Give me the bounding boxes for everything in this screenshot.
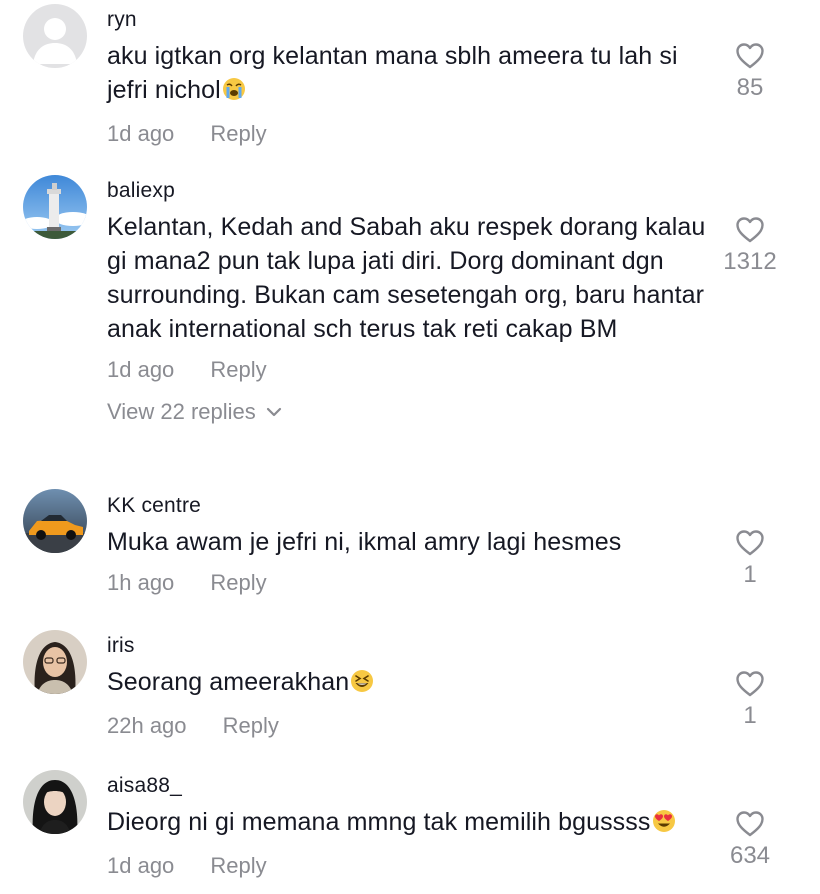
comment-meta: 22h ago Reply — [107, 712, 717, 740]
comment-body: KK centre Muka awam je jefri ni, ikmal a… — [107, 493, 717, 597]
like-count: 634 — [729, 842, 771, 869]
comment-username[interactable]: aisa88_ — [107, 773, 717, 799]
heart-outline-icon[interactable] — [735, 216, 765, 244]
avatar[interactable] — [23, 770, 87, 834]
comment-item: ryn aku igtkan org kelantan mana sblh am… — [0, 0, 820, 160]
heart-outline-icon[interactable] — [735, 810, 765, 838]
avatar[interactable] — [23, 4, 87, 68]
comment-time: 1d ago — [107, 357, 175, 382]
comment-meta: 1d ago Reply — [107, 356, 717, 384]
comment-body: baliexp Kelantan, Kedah and Sabah aku re… — [107, 178, 717, 426]
comment-item: aisa88_ Dieorg ni gi memana mmng tak mem… — [0, 768, 820, 894]
chevron-down-icon — [266, 407, 281, 417]
avatar[interactable] — [23, 175, 87, 239]
comment-time: 1d ago — [107, 853, 175, 878]
comment-meta: 1d ago Reply — [107, 120, 717, 148]
comment-text: Dieorg ni gi memana mmng tak memilih bgu… — [107, 805, 717, 842]
reply-button[interactable]: Reply — [210, 569, 266, 597]
comment-time: 22h ago — [107, 713, 187, 738]
comment-username[interactable]: KK centre — [107, 493, 717, 519]
comment-text: aku igtkan org kelantan mana sblh ameera… — [107, 39, 717, 110]
comment-text-content: aku igtkan org kelantan mana sblh ameera… — [107, 42, 678, 104]
heart-outline-icon[interactable] — [735, 529, 765, 557]
comment-body: iris Seorang ameerakhan 22h ago Reply — [107, 633, 717, 740]
like-count: 1 — [743, 561, 757, 588]
heart-eyes-face-emoji-icon — [652, 808, 676, 842]
comment-text-content: Seorang ameerakhan — [107, 668, 350, 696]
reply-button[interactable]: Reply — [210, 356, 266, 384]
view-replies-label: View 22 replies — [107, 399, 256, 424]
like-control: 1 — [710, 529, 790, 589]
comment-meta: 1d ago Reply — [107, 852, 717, 880]
comment-username[interactable]: ryn — [107, 7, 717, 33]
reply-button[interactable]: Reply — [210, 120, 266, 148]
comment-body: ryn aku igtkan org kelantan mana sblh am… — [107, 7, 717, 148]
comment-time: 1h ago — [107, 570, 175, 595]
like-control: 1312 — [710, 216, 790, 276]
heart-outline-icon[interactable] — [735, 42, 765, 70]
comment-item: KK centre Muka awam je jefri ni, ikmal a… — [0, 488, 820, 618]
comment-text: Kelantan, Kedah and Sabah aku respek dor… — [107, 213, 706, 343]
view-replies-button[interactable]: View 22 replies — [107, 398, 282, 426]
comment-item: baliexp Kelantan, Kedah and Sabah aku re… — [0, 170, 820, 470]
like-count: 1312 — [723, 248, 777, 275]
like-control: 634 — [710, 810, 790, 870]
comment-username[interactable]: iris — [107, 633, 717, 659]
like-count: 1 — [743, 702, 757, 729]
like-count: 85 — [736, 74, 764, 101]
comment-text: Muka awam je jefri ni, ikmal amry lagi h… — [107, 528, 622, 556]
comment-username[interactable]: baliexp — [107, 178, 717, 204]
comment-meta: 1h ago Reply — [107, 569, 717, 597]
comment-body: aisa88_ Dieorg ni gi memana mmng tak mem… — [107, 773, 717, 880]
like-control: 85 — [710, 42, 790, 102]
reply-button[interactable]: Reply — [223, 712, 279, 740]
heart-outline-icon[interactable] — [735, 670, 765, 698]
grinning-squinting-face-emoji-icon — [350, 668, 374, 702]
comment-text-content: Dieorg ni gi memana mmng tak memilih bgu… — [107, 808, 651, 836]
like-control: 1 — [710, 670, 790, 730]
comment-item: iris Seorang ameerakhan 22h ago Reply 1 — [0, 628, 820, 758]
comment-text: Seorang ameerakhan — [107, 665, 717, 702]
loudly-crying-face-emoji-icon — [222, 76, 246, 110]
avatar[interactable] — [23, 489, 87, 553]
comment-time: 1d ago — [107, 121, 175, 146]
avatar[interactable] — [23, 630, 87, 694]
reply-button[interactable]: Reply — [210, 852, 266, 880]
